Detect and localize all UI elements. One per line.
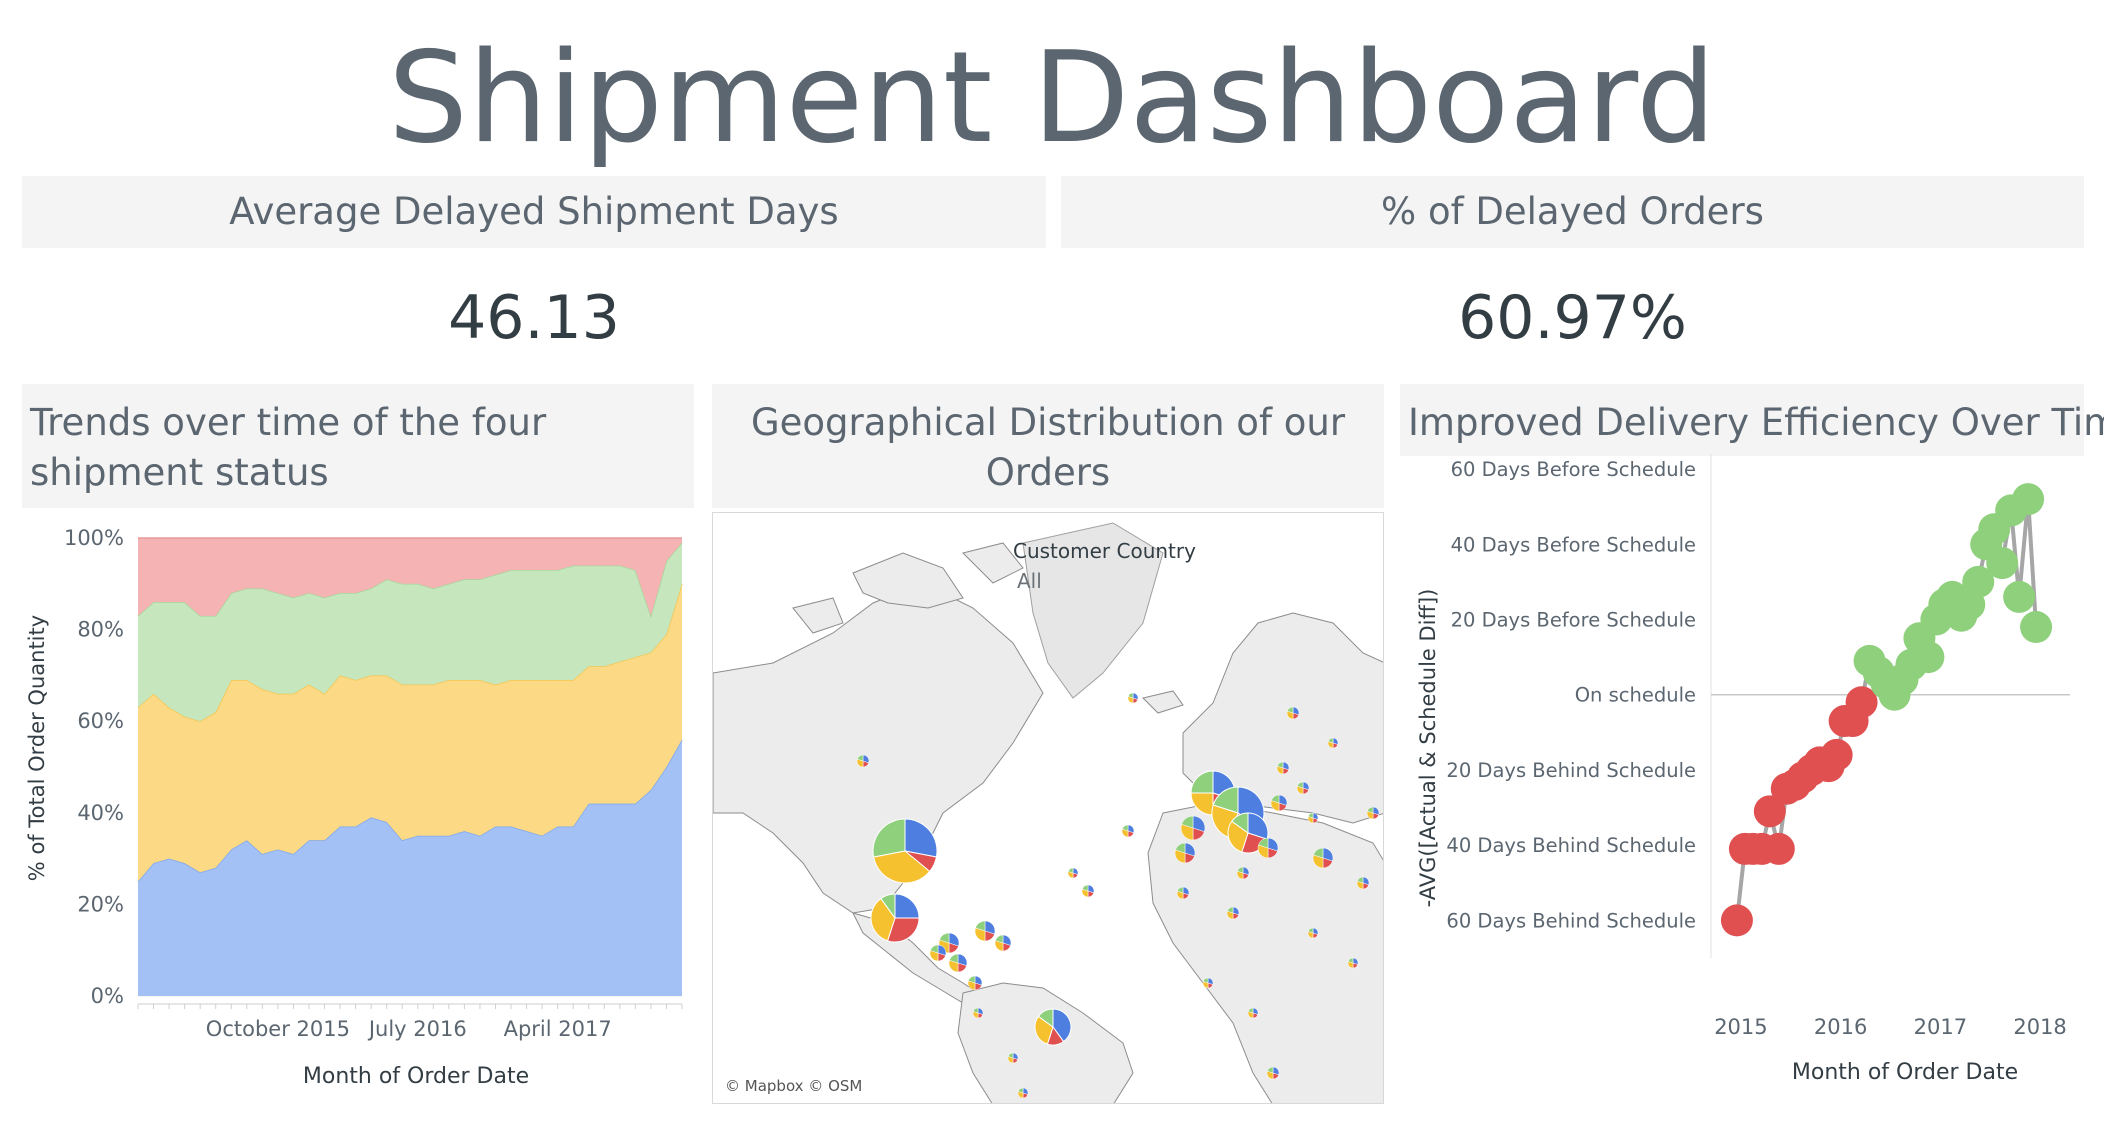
scatter-y-tick: 40 Days Behind Schedule [1446,834,1696,857]
map-pie-marker[interactable] [1034,1008,1072,1046]
map-legend-title: Customer Country [1013,539,1196,563]
scatter-point[interactable] [1820,738,1853,771]
geo-map[interactable]: Customer Country All © Mapbox © OSM [712,512,1384,1104]
geo-panel-title: Geographical Distribution of our Orders [712,384,1384,508]
map-iceland [1142,690,1184,714]
scatter-point[interactable] [2012,483,2045,516]
area-y-tick: 20% [77,892,124,916]
map-pie-marker[interactable] [1257,837,1279,859]
area-x-tick: July 2016 [367,1017,467,1041]
map-pie-marker[interactable] [1307,927,1319,939]
scatter-y-tick: On schedule [1575,684,1696,707]
map-pie-marker[interactable] [1236,866,1250,880]
map-pie-marker[interactable] [1174,842,1196,864]
area-x-tick: October 2015 [206,1017,350,1041]
map-pie-marker[interactable] [974,920,996,942]
scatter-y-tick: 60 Days Before Schedule [1451,458,1696,481]
map-pie-marker[interactable] [948,953,968,973]
map-pie-marker[interactable] [1017,1087,1029,1099]
scatter-y-axis-label: -AVG([Actual & Schedule Diff]) [1416,589,1440,908]
scatter-x-tick: 2018 [2013,1015,2066,1039]
scatter-x-tick: 2015 [1714,1015,1767,1039]
map-pie-marker[interactable] [994,934,1012,952]
scatter-y-tick: 40 Days Before Schedule [1451,533,1696,556]
scatter-y-tick: 60 Days Behind Schedule [1446,909,1696,932]
area-y-tick: 40% [77,801,124,825]
map-pie-marker[interactable] [1121,824,1135,838]
map-pie-slice [894,893,920,919]
map-pie-marker[interactable] [967,975,983,991]
map-pie-marker[interactable] [1276,761,1290,775]
map-pie-marker[interactable] [1247,1007,1259,1019]
area-x-tick: April 2017 [504,1017,612,1041]
scatter-point[interactable] [2003,580,2036,613]
map-pie-marker[interactable] [1067,867,1079,879]
map-pie-marker[interactable] [1127,692,1139,704]
scatter-x-tick: 2017 [1914,1015,1967,1039]
scatter-point[interactable] [1762,832,1795,865]
trends-area-chart[interactable]: 0% 20% 40% 60% 80% 100% October 2015 July 2016… [22,512,702,1092]
map-pie-marker[interactable] [1307,812,1319,824]
kpi-avg-delay-value: 46.13 [448,283,620,353]
map-pie-marker[interactable] [870,893,920,943]
efficiency-scatter-chart[interactable]: 60 Days Before Schedule 40 Days Before Sc… [1400,448,2090,1103]
map-legend-value[interactable]: All [1017,569,1042,593]
efficiency-panel-title: Improved Delivery Efficiency Over Time [1400,384,2104,456]
map-pie-marker[interactable] [929,944,947,962]
scatter-point[interactable] [1986,547,2019,580]
kpi-pct-delayed-value: 60.97% [1458,283,1687,353]
kpi-avg-delay-header: Average Delayed Shipment Days [22,176,1046,248]
scatter-x-axis-label: Month of Order Date [1792,1060,2018,1085]
area-y-tick: 0% [91,984,124,1008]
map-pie-marker[interactable] [1226,906,1240,920]
area-y-axis-label: % of Total Order Quantity [25,615,49,881]
area-y-tick: 60% [77,709,124,733]
map-pie-marker[interactable] [856,754,870,768]
map-pie-marker[interactable] [1266,1066,1280,1080]
map-pie-marker[interactable] [1202,977,1214,989]
scatter-x-tick: 2016 [1814,1015,1867,1039]
map-pie-marker[interactable] [1312,847,1334,869]
map-pie-marker[interactable] [972,1007,984,1019]
area-x-axis-label: Month of Order Date [303,1064,529,1089]
map-pie-marker[interactable] [1180,815,1206,841]
map-pie-marker[interactable] [1327,737,1339,749]
scatter-y-tick: 20 Days Behind Schedule [1446,759,1696,782]
scatter-point[interactable] [1720,904,1753,937]
map-pie-marker[interactable] [1286,706,1300,720]
map-pie-marker[interactable] [1007,1052,1019,1064]
trends-panel-title: Trends over time of the four shipment st… [22,384,694,508]
map-pie-marker[interactable] [1347,957,1359,969]
map-pie-marker[interactable] [872,818,938,884]
map-pie-marker[interactable] [1176,886,1190,900]
map-pie-marker[interactable] [1296,781,1310,795]
map-pie-marker[interactable] [1081,884,1095,898]
kpi-pct-delayed-header: % of Delayed Orders [1061,176,2084,248]
map-pie-marker[interactable] [1356,876,1370,890]
dashboard-title: Shipment Dashboard [388,24,1716,171]
area-y-tick: 80% [77,618,124,642]
scatter-point[interactable] [1912,641,1945,674]
area-y-tick: 100% [64,526,124,550]
scatter-y-tick: 20 Days Before Schedule [1451,608,1696,631]
map-pie-marker[interactable] [1366,806,1380,820]
map-attribution[interactable]: © Mapbox © OSM [725,1077,862,1095]
map-pie-marker[interactable] [1270,794,1288,812]
scatter-point[interactable] [2020,611,2053,644]
